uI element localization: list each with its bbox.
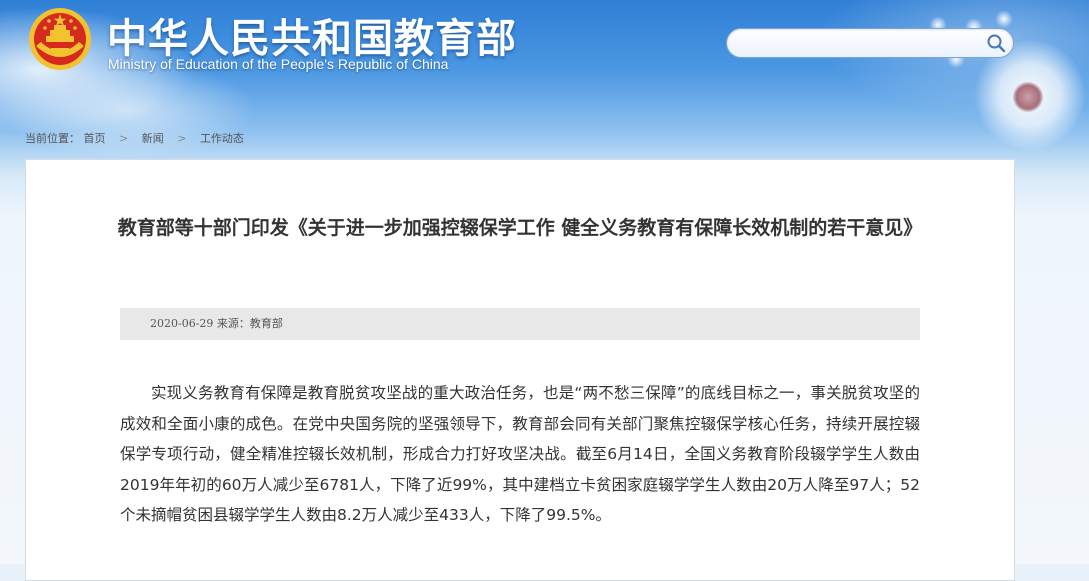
article-source: 教育部 (249, 317, 283, 330)
breadcrumb-prefix: 当前位置： (25, 132, 80, 145)
breadcrumb-news[interactable]: 新闻 (142, 132, 164, 145)
search-input[interactable] (741, 34, 985, 54)
article-paragraph: 实现义务教育有保障是教育脱贫攻坚战的重大政治任务，也是“两不愁三保障”的底线目标… (120, 384, 920, 524)
search-icon[interactable] (985, 32, 1007, 54)
article-container: 教育部等十部门印发《关于进一步加强控辍保学工作 健全义务教育有保障长效机制的若干… (25, 159, 1015, 581)
breadcrumb-work-updates[interactable]: 工作动态 (200, 132, 244, 145)
site-subtitle: Ministry of Education of the People's Re… (108, 56, 449, 72)
article-date: 2020-06-29 (150, 317, 214, 330)
article-title: 教育部等十部门印发《关于进一步加强控辍保学工作 健全义务教育有保障长效机制的若干… (117, 217, 923, 239)
breadcrumb: 当前位置： 首页 > 新闻 > 工作动态 (25, 130, 244, 146)
breadcrumb-separator: > (119, 132, 129, 145)
search-box (726, 28, 1014, 58)
article-meta-bar: 2020-06-29 来源：教育部 (120, 308, 920, 340)
article-source-label: 来源： (216, 317, 250, 330)
breadcrumb-home[interactable]: 首页 (84, 132, 106, 145)
breadcrumb-separator: > (177, 132, 187, 145)
site-logo[interactable]: 中华人民共和国教育部 Ministry of Education of the … (0, 0, 520, 80)
national-emblem-icon (29, 8, 91, 70)
